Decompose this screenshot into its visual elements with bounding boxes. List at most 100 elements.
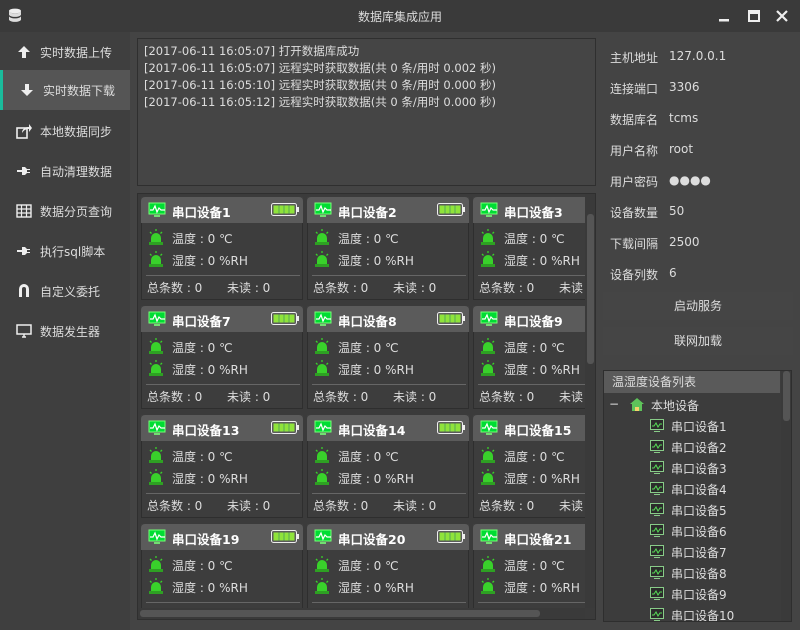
sidebar-item[interactable]: 实时数据上传 — [0, 32, 130, 72]
temperature-row-text: 温度 : 0 ℃ — [172, 341, 233, 355]
sidebar-item[interactable]: 自定义委托 — [0, 271, 130, 311]
device-card-header: 串口设备20 — [307, 524, 469, 550]
device-count-row: 总条数 : 0 未读 : 0 — [479, 388, 585, 405]
magnet-icon — [19, 284, 29, 297]
device-count-row: 总条数 : 0 未读 : 0 — [479, 497, 585, 514]
green-bulb-icon — [149, 469, 163, 485]
scrollbar-thumb[interactable] — [783, 371, 790, 421]
device-horizontal-scrollbar[interactable] — [138, 608, 585, 619]
green-bulb-icon — [481, 338, 495, 354]
device-card-body: 温度 : 0 ℃ 湿度 : 0 %RH 总条数 : 0 未读 : 0 — [473, 441, 585, 518]
battery-icon — [437, 530, 465, 543]
device-count-row: 总条数 : 0 未读 : 0 — [313, 279, 436, 296]
sidebar-item[interactable]: 本地数据同步 — [0, 111, 130, 151]
device-name: 串口设备19 — [172, 532, 240, 547]
humidity-row-text: 湿度 : 0 %RH — [172, 581, 248, 595]
info-label: 设备数量 — [610, 206, 659, 220]
device-card[interactable]: 串口设备7 温度 : 0 ℃ 湿度 : 0 %RH 总条数 : 0 未读 : 0 — [141, 306, 303, 409]
sidebar-item-label: 执行sql脚本 — [40, 245, 106, 259]
temperature-row: 温度 : 0 ℃ — [314, 555, 464, 573]
divider — [478, 602, 585, 603]
humidity-row: 湿度 : 0 %RH — [480, 250, 585, 268]
battery-icon — [437, 312, 465, 325]
device-name: 串口设备13 — [172, 423, 240, 438]
divider — [312, 493, 466, 494]
monitor-icon — [650, 503, 664, 516]
info-value: 2500 — [669, 235, 700, 249]
device-name: 串口设备21 — [504, 532, 572, 547]
device-card[interactable]: 串口设备2 温度 : 0 ℃ 湿度 : 0 %RH 总条数 : 0 未读 : 0 — [307, 197, 469, 300]
tree-item-label: 串口设备6 — [671, 525, 727, 539]
humidity-row-text: 湿度 : 0 %RH — [338, 363, 414, 377]
tree-item-label: 串口设备2 — [671, 441, 727, 455]
start-service-button[interactable]: 启动服务 — [603, 292, 793, 320]
device-card-body: 温度 : 0 ℃ 湿度 : 0 %RH 总条数 : 0 未读 : 0 — [473, 332, 585, 409]
device-card[interactable]: 串口设备19 温度 : 0 ℃ 湿度 : 0 %RH — [141, 524, 303, 608]
green-bulb-icon — [315, 447, 329, 463]
device-count-row: 总条数 : 0 未读 : 0 — [479, 279, 585, 296]
scrollbar-thumb[interactable] — [587, 214, 594, 364]
device-card[interactable]: 串口设备14 温度 : 0 ℃ 湿度 : 0 %RH 总条数 : 0 未读 : 0 — [307, 415, 469, 518]
scrollbar-thumb[interactable] — [140, 610, 540, 617]
sidebar-item[interactable]: 执行sql脚本 — [0, 231, 130, 271]
monitor-icon — [650, 419, 664, 432]
device-count-row: 总条数 : 0 未读 : 0 — [147, 279, 270, 296]
monitor-icon — [480, 311, 498, 326]
humidity-row: 湿度 : 0 %RH — [314, 250, 464, 268]
info-label: 用户密码 — [610, 175, 659, 189]
divider — [478, 493, 585, 494]
device-card[interactable]: 串口设备13 温度 : 0 ℃ 湿度 : 0 %RH 总条数 : 0 未读 : 0 — [141, 415, 303, 518]
green-bulb-icon — [481, 469, 495, 485]
device-card[interactable]: 串口设备1 温度 : 0 ℃ 湿度 : 0 %RH 总条数 : 0 未读 : 0 — [141, 197, 303, 300]
unread-count: 未读 : 0 — [393, 390, 437, 404]
battery-icon — [271, 530, 299, 543]
minimize-button[interactable] — [714, 6, 734, 26]
device-card-body: 温度 : 0 ℃ 湿度 : 0 %RH — [473, 550, 585, 608]
divider — [146, 275, 300, 276]
sidebar-item[interactable]: 数据分页查询 — [0, 191, 130, 231]
humidity-row-text: 湿度 : 0 %RH — [172, 472, 248, 486]
tree-vertical-scrollbar[interactable] — [781, 371, 791, 621]
green-bulb-icon — [315, 556, 329, 572]
device-panel: 串口设备1 温度 : 0 ℃ 湿度 : 0 %RH 总条数 : 0 未读 : 0 串口设备… — [137, 193, 596, 620]
green-bulb-icon — [315, 469, 329, 485]
monitor-icon — [148, 529, 166, 544]
online-load-button[interactable]: 联网加载 — [603, 327, 793, 355]
device-card[interactable]: 串口设备9 温度 : 0 ℃ 湿度 : 0 %RH 总条数 : 0 未读 : 0 — [473, 306, 585, 409]
collapse-toggle[interactable]: − — [609, 397, 619, 411]
tree-item-label: 串口设备1 — [671, 420, 727, 434]
device-card-header: 串口设备1 — [141, 197, 303, 223]
device-card-body: 温度 : 0 ℃ 湿度 : 0 %RH 总条数 : 0 未读 : 0 — [307, 441, 469, 518]
total-count: 总条数 : 0 — [313, 390, 369, 404]
device-card[interactable]: 串口设备20 温度 : 0 ℃ 湿度 : 0 %RH — [307, 524, 469, 608]
unread-count: 未读 : 0 — [227, 499, 271, 513]
device-card[interactable]: 串口设备8 温度 : 0 ℃ 湿度 : 0 %RH 总条数 : 0 未读 : 0 — [307, 306, 469, 409]
device-card[interactable]: 串口设备3 温度 : 0 ℃ 湿度 : 0 %RH 总条数 : 0 未读 : 0 — [473, 197, 585, 300]
device-card[interactable]: 串口设备15 温度 : 0 ℃ 湿度 : 0 %RH 总条数 : 0 未读 : 0 — [473, 415, 585, 518]
device-card-header: 串口设备13 — [141, 415, 303, 441]
green-bulb-icon — [481, 360, 495, 376]
unread-count: 未读 : 0 — [227, 281, 271, 295]
sidebar-item[interactable]: 自动清理数据 — [0, 151, 130, 191]
sidebar-item-label: 数据发生器 — [40, 325, 101, 339]
log-line: [2017-06-11 16:05:07] 打开数据库成功 — [144, 44, 360, 58]
humidity-row-text: 湿度 : 0 %RH — [172, 363, 248, 377]
humidity-row: 湿度 : 0 %RH — [314, 359, 464, 377]
device-card-header: 串口设备2 — [307, 197, 469, 223]
device-name: 串口设备2 — [338, 205, 397, 220]
device-card-body: 温度 : 0 ℃ 湿度 : 0 %RH 总条数 : 0 未读 : 0 — [473, 223, 585, 300]
arrow-down-icon — [21, 84, 33, 96]
temperature-row-text: 温度 : 0 ℃ — [504, 232, 565, 246]
divider — [312, 602, 466, 603]
maximize-icon — [748, 10, 760, 22]
sidebar-item-label: 自定义委托 — [40, 285, 101, 299]
close-button[interactable] — [772, 6, 792, 26]
device-vertical-scrollbar[interactable] — [585, 194, 595, 608]
sidebar-item[interactable]: 实时数据下载 — [0, 70, 130, 110]
device-count-row: 总条数 : 0 未读 : 0 — [313, 497, 436, 514]
device-card[interactable]: 串口设备21 温度 : 0 ℃ 湿度 : 0 %RH — [473, 524, 585, 608]
device-count-row: 总条数 : 0 未读 : 0 — [147, 497, 270, 514]
sidebar-item[interactable]: 数据发生器 — [0, 311, 130, 351]
maximize-button[interactable] — [744, 6, 764, 26]
total-count: 总条数 : 0 — [147, 499, 203, 513]
